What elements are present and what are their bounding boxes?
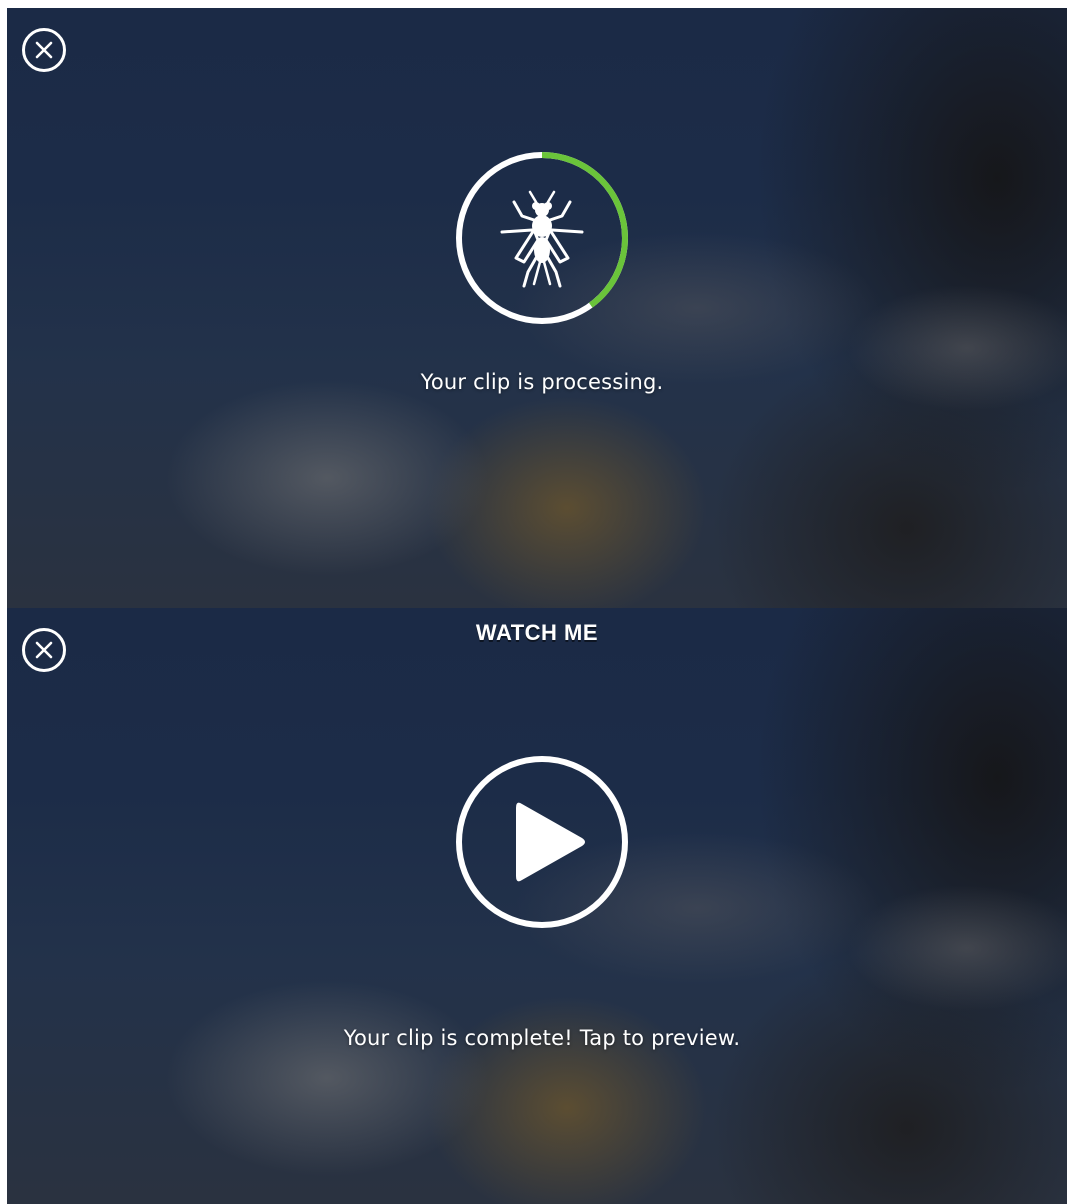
page-title: WATCH ME [475,620,599,645]
fly-icon [500,190,584,288]
close-button[interactable] [22,28,66,72]
complete-message: Your clip is complete! Tap to preview. [343,1026,741,1050]
close-icon [35,641,53,659]
complete-screen: WATCH ME Your clip is complete! Tap to p… [7,608,1067,1204]
processing-screen: Your clip is processing. [7,8,1067,608]
close-icon [35,41,53,59]
close-button[interactable] [22,628,66,672]
play-icon [516,802,585,882]
play-button[interactable] [454,754,630,930]
screenshot-canvas: Your clip is processing. WATCH ME Your c… [0,0,1067,1204]
processing-message: Your clip is processing. [420,370,664,394]
